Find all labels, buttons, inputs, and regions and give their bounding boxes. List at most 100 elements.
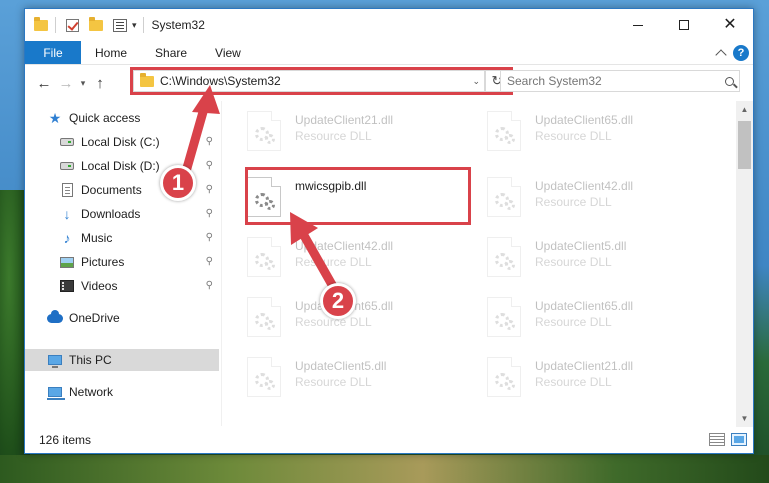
quick-access-toolbar-dropdown[interactable]: ▾ [132, 20, 137, 31]
file-tile[interactable]: UpdateClient5.dll Resource DLL [465, 233, 695, 281]
navigation-bar: ← → ▾ ↑ C:\Windows\System32 ⌄ ↻ [25, 65, 753, 101]
step-2-badge: 2 [320, 283, 356, 319]
search-icon[interactable] [719, 76, 739, 86]
minimize-button[interactable] [615, 9, 661, 41]
tab-file[interactable]: File [25, 41, 81, 64]
tab-home[interactable]: Home [81, 41, 141, 64]
maximize-button[interactable] [661, 9, 707, 41]
large-icons-view-icon[interactable] [731, 433, 747, 446]
ribbon-controls: ? [715, 45, 749, 61]
sidebar-item-this-pc[interactable]: This PC [25, 349, 219, 371]
file-name: mwicsgpib.dll [295, 179, 367, 193]
sidebar-item-label: Music [81, 231, 113, 245]
pin-icon[interactable]: ⚲ [206, 256, 213, 267]
file-tile[interactable]: UpdateClient5.dll Resource DLL [225, 353, 455, 401]
pin-icon[interactable]: ⚲ [206, 184, 213, 195]
sidebar-item-label: Local Disk (D:) [81, 159, 160, 173]
close-button[interactable]: ✕ [707, 9, 753, 41]
network-icon [47, 384, 65, 400]
status-bar: 126 items [25, 427, 753, 453]
rename-icon[interactable] [112, 17, 128, 33]
sidebar-item-videos[interactable]: Videos ⚲ [25, 275, 219, 297]
address-folder-icon [140, 72, 154, 87]
search-box[interactable] [500, 70, 740, 92]
file-name: UpdateClient65.dll [535, 113, 634, 127]
dll-file-icon [487, 357, 521, 397]
sidebar-item-label: Documents [81, 183, 142, 197]
sidebar-item-label: This PC [69, 353, 112, 367]
file-list: UpdateClient21.dll Resource DLL UpdateCli… [225, 101, 735, 427]
sidebar-item-label: Videos [81, 279, 118, 293]
pin-icon[interactable]: ⚲ [206, 232, 213, 243]
pane-divider[interactable] [221, 101, 222, 426]
file-tile[interactable]: UpdateClient65.dll Resource DLL [465, 293, 695, 341]
expand-ribbon-icon[interactable] [715, 49, 727, 61]
document-icon [59, 182, 75, 198]
file-type: Resource DLL [535, 375, 612, 389]
file-tile[interactable]: UpdateClient42.dll Resource DLL [465, 173, 695, 221]
file-type: Resource DLL [295, 129, 372, 143]
toolbar-separator [142, 17, 144, 33]
sidebar-item-network[interactable]: Network [25, 381, 219, 403]
sidebar-item-music[interactable]: ♪ Music ⚲ [25, 227, 219, 249]
help-icon[interactable]: ? [733, 45, 749, 61]
scroll-down-icon[interactable]: ▼ [736, 410, 753, 427]
sidebar-item-label: Network [69, 385, 114, 399]
scroll-up-icon[interactable]: ▲ [736, 101, 753, 118]
sidebar-item-pictures[interactable]: Pictures ⚲ [25, 251, 219, 273]
sidebar-item-quick-access[interactable]: ★ Quick access [25, 107, 219, 129]
file-name: UpdateClient5.dll [535, 239, 627, 253]
videos-icon [59, 278, 75, 294]
vertical-scrollbar[interactable]: ▲ ▼ [736, 101, 753, 427]
folder-icon [33, 16, 49, 33]
recent-locations-dropdown[interactable]: ▾ [77, 78, 89, 89]
sidebar-item-label: Local Disk (C:) [81, 135, 160, 149]
computer-icon [47, 352, 63, 368]
sidebar-item-label: Downloads [81, 207, 141, 221]
address-bar[interactable]: C:\Windows\System32 ⌄ [133, 70, 485, 92]
star-icon: ★ [48, 110, 62, 126]
forward-button[interactable]: → [55, 72, 77, 94]
file-name: UpdateClient5.dll [295, 359, 387, 373]
minimize-icon [633, 24, 643, 26]
dll-file-icon [247, 111, 281, 151]
dll-file-icon [487, 237, 521, 277]
new-folder-icon[interactable] [88, 16, 104, 33]
file-tile-mwicsgpib[interactable]: mwicsgpib.dll [225, 173, 455, 221]
music-icon: ♪ [63, 230, 71, 246]
close-icon: ✕ [723, 16, 737, 33]
file-tile[interactable]: UpdateClient21.dll Resource DLL [465, 353, 695, 401]
up-button[interactable]: ↑ [89, 72, 111, 94]
sidebar-item-onedrive[interactable]: OneDrive [25, 307, 219, 329]
address-dropdown-icon[interactable]: ⌄ [472, 76, 480, 87]
dll-file-icon [247, 237, 281, 277]
sidebar-item-local-disk-c[interactable]: Local Disk (C:) ⚲ [25, 131, 219, 153]
file-tile[interactable]: UpdateClient21.dll Resource DLL [225, 107, 455, 155]
step-1-badge: 1 [160, 165, 196, 201]
back-button[interactable]: ← [33, 72, 55, 94]
dll-file-icon [247, 177, 281, 217]
pin-icon[interactable]: ⚲ [206, 208, 213, 219]
cloud-icon [47, 309, 63, 326]
address-path[interactable]: C:\Windows\System32 [160, 74, 281, 88]
tab-view[interactable]: View [201, 41, 255, 64]
scrollbar-thumb[interactable] [738, 121, 751, 169]
details-view-icon[interactable] [709, 433, 725, 446]
file-type: Resource DLL [535, 195, 612, 209]
download-icon: ↓ [63, 206, 71, 222]
file-tile[interactable]: UpdateClient65.dll Resource DLL [465, 107, 695, 155]
search-input[interactable] [501, 71, 719, 91]
file-explorer-window: ▾ System32 ✕ File Home Share View ? ← → … [24, 8, 754, 454]
properties-check-icon[interactable] [64, 17, 80, 33]
pin-icon[interactable]: ⚲ [206, 160, 213, 171]
pin-icon[interactable]: ⚲ [206, 136, 213, 147]
dll-file-icon [247, 357, 281, 397]
pictures-icon [59, 254, 75, 270]
sidebar-item-downloads[interactable]: ↓ Downloads ⚲ [25, 203, 219, 225]
pin-icon[interactable]: ⚲ [206, 280, 213, 291]
tab-share[interactable]: Share [141, 41, 201, 64]
file-name: UpdateClient42.dll [535, 179, 634, 193]
file-type: Resource DLL [295, 375, 372, 389]
dll-file-icon [487, 297, 521, 337]
file-tile[interactable]: UpdateClient42.dll Resource DLL [225, 233, 455, 281]
